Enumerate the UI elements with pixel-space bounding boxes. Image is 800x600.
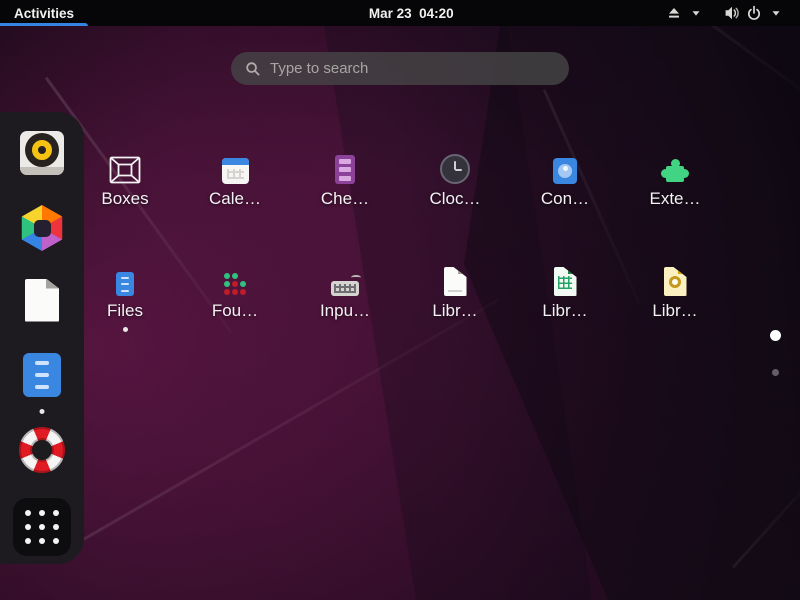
app-label: Libr…	[432, 301, 478, 320]
app-label: Files	[107, 301, 143, 320]
clock-button[interactable]: Mar 23 04:20	[369, 6, 454, 21]
app-item-extensions[interactable]: Exte…	[623, 146, 727, 209]
libreoffice-start-app-icon	[444, 258, 467, 296]
app-item-input-method[interactable]: Inpu…	[293, 258, 397, 321]
dock-item-software[interactable]	[0, 200, 84, 256]
power-icon	[746, 5, 762, 21]
boxes-app-icon	[109, 146, 141, 184]
calendar-app-icon	[221, 146, 249, 184]
activities-active-indicator	[0, 23, 88, 26]
app-item-files[interactable]: Files	[73, 258, 177, 332]
input-method-app-icon	[331, 258, 361, 296]
extensions-app-icon	[659, 146, 691, 184]
software-store-app-icon	[19, 205, 65, 251]
page-dot-2[interactable]	[771, 369, 779, 376]
gnome-activities-overview: Activities Mar 23 04:20 Type to search B…	[0, 0, 800, 600]
app-label: Boxes	[101, 189, 149, 208]
app-label: Con…	[540, 189, 590, 208]
app-item-contacts[interactable]: Con…	[513, 146, 617, 209]
app-label: Cloc…	[429, 189, 481, 208]
page-dot-1[interactable]	[769, 330, 781, 341]
libreoffice-app-icon	[25, 279, 59, 322]
app-item-cheese[interactable]: Che…	[293, 146, 397, 209]
app-label: Cale…	[209, 189, 261, 208]
app-grid-icon	[13, 498, 71, 556]
dock	[0, 112, 84, 564]
dock-item-help[interactable]	[0, 422, 84, 478]
app-item-four-in-a-row[interactable]: Fou…	[183, 258, 287, 321]
page-indicator	[766, 330, 784, 376]
search-bar[interactable]	[231, 52, 569, 85]
app-label: Che…	[320, 189, 370, 208]
app-item-calendar[interactable]: Cale…	[183, 146, 287, 209]
activities-button[interactable]: Activities	[0, 0, 88, 26]
eject-icon	[666, 5, 682, 21]
libreoffice-calc-app-icon	[554, 258, 577, 296]
app-item-clocks[interactable]: Cloc…	[403, 146, 507, 209]
activities-label: Activities	[14, 5, 75, 21]
cheese-app-icon	[335, 146, 355, 184]
app-item-boxes[interactable]: Boxes	[73, 146, 177, 209]
app-label: Exte…	[649, 189, 701, 208]
system-status-area	[658, 0, 792, 26]
app-label: Libr…	[542, 301, 588, 320]
contacts-app-icon	[553, 146, 577, 184]
app-grid-button[interactable]	[0, 494, 84, 560]
app-label: Fou…	[211, 301, 259, 320]
four-in-a-row-app-icon	[223, 258, 247, 296]
removable-media-menu[interactable]	[658, 3, 712, 23]
chevron-down-icon	[768, 5, 784, 21]
top-bar: Activities Mar 23 04:20	[0, 0, 800, 26]
dock-item-libreoffice[interactable]	[0, 272, 84, 328]
wallpaper-streak	[731, 469, 800, 569]
volume-icon	[724, 5, 740, 21]
help-app-icon	[19, 427, 65, 473]
running-indicator-dot	[122, 327, 128, 332]
app-label: Inpu…	[319, 301, 371, 320]
clocks-app-icon	[440, 146, 470, 184]
files-app-icon	[23, 353, 61, 397]
wallpaper-streak	[65, 298, 500, 551]
app-label: Libr…	[652, 301, 698, 320]
files-app-icon	[116, 258, 134, 296]
app-item-libreoffice-start[interactable]: Libr…	[403, 258, 507, 321]
libreoffice-impress-app-icon	[664, 258, 687, 296]
dock-item-music-player[interactable]	[0, 125, 84, 181]
system-menu[interactable]	[716, 3, 792, 23]
app-item-libreoffice-impress[interactable]: Libr…	[623, 258, 727, 321]
app-item-libreoffice-calc[interactable]: Libr…	[513, 258, 617, 321]
running-indicator-dot	[39, 409, 45, 414]
chevron-down-icon	[688, 5, 704, 21]
search-icon	[245, 61, 261, 77]
music-player-app-icon	[20, 131, 64, 175]
search-input[interactable]	[270, 60, 555, 77]
dock-item-files[interactable]	[0, 347, 84, 414]
